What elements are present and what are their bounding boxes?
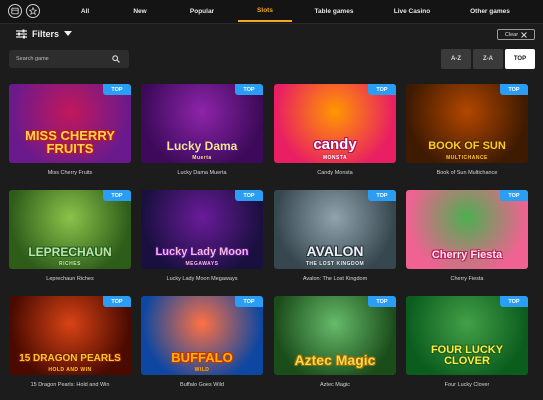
game-title[interactable]: 15 Dragon Pearls: Hold and Win: [9, 382, 131, 388]
tab-live-casino[interactable]: Live Casino: [386, 0, 438, 22]
search-icon[interactable]: [112, 55, 120, 63]
game-card[interactable]: Lucky Dama Muerta TOP: [141, 84, 263, 163]
game-logo-subtext: MEGAWAYS: [185, 261, 219, 267]
game-logo-subtext: Muerta: [192, 155, 212, 161]
sort-az-button[interactable]: A-Z: [441, 49, 471, 69]
search-box: [9, 50, 129, 68]
game-logo-text: Lucky Lady Moon: [155, 246, 249, 258]
game-card[interactable]: 15 DRAGON PEARLS HOLD AND WIN TOP: [9, 296, 131, 375]
sort-top-button[interactable]: TOP: [505, 49, 535, 69]
tab-table-games[interactable]: Table games: [306, 0, 362, 22]
tab-popular[interactable]: Popular: [180, 0, 224, 22]
game-title[interactable]: Miss Cherry Fruits: [9, 170, 131, 176]
top-nav-bar: All New Popular Slots Table games Live C…: [0, 0, 543, 24]
game-logo-subtext: WILD: [194, 367, 210, 373]
game-logo-text: Cherry Fiesta: [431, 249, 503, 261]
game-title[interactable]: Cherry Fiesta: [406, 276, 528, 282]
game-logo-text: Aztec Magic: [294, 352, 376, 368]
game-logo-text: 15 DRAGON PEARLS: [19, 353, 121, 364]
tab-new[interactable]: New: [125, 0, 155, 22]
top-badge: TOP: [235, 84, 263, 95]
game-card[interactable]: MISS CHERRY FRUITS TOP: [9, 84, 131, 163]
game-logo-text: Lucky Dama: [166, 139, 238, 153]
filters-toggle[interactable]: Filters: [16, 28, 73, 40]
game-logo-text: BOOK OF SUN: [428, 140, 506, 152]
game-title[interactable]: Aztec Magic: [274, 382, 396, 388]
filters-label: Filters: [32, 29, 60, 39]
tab-all[interactable]: All: [70, 0, 100, 22]
top-badge: TOP: [103, 190, 131, 201]
game-card[interactable]: FOUR LUCKY CLOVER TOP: [406, 296, 528, 375]
sliders-icon: [16, 29, 27, 39]
search-input[interactable]: [9, 50, 129, 68]
top-badge: TOP: [235, 190, 263, 201]
game-card[interactable]: BUFFALO WILD TOP: [141, 296, 263, 375]
game-title[interactable]: Buffalo Goes Wild: [141, 382, 263, 388]
game-card[interactable]: BOOK OF SUN MULTICHANCE TOP: [406, 84, 528, 163]
game-card[interactable]: LEPRECHAUN RICHES TOP: [9, 190, 131, 269]
top-badge: TOP: [500, 84, 528, 95]
clear-button[interactable]: Clear: [497, 29, 535, 40]
game-title[interactable]: Four Lucky Clover: [406, 382, 528, 388]
clear-label: Clear: [504, 31, 519, 38]
game-title[interactable]: Book of Sun Multichance: [406, 170, 528, 176]
top-badge: TOP: [500, 296, 528, 307]
top-badge: TOP: [500, 190, 528, 201]
top-badge: TOP: [368, 296, 396, 307]
game-logo-text: candy: [313, 136, 357, 153]
top-badge: TOP: [368, 84, 396, 95]
game-logo-subtext: RICHES: [59, 261, 81, 267]
star-icon[interactable]: [26, 4, 40, 18]
close-icon: [521, 31, 527, 38]
game-card[interactable]: Aztec Magic TOP: [274, 296, 396, 375]
game-logo-subtext: HOLD AND WIN: [48, 367, 92, 373]
game-logo-text: BUFFALO: [171, 350, 233, 365]
game-card[interactable]: Cherry Fiesta TOP: [406, 190, 528, 269]
game-logo-text: LEPRECHAUN: [28, 245, 112, 259]
chevron-down-icon: [64, 31, 73, 36]
game-logo-text: MISS CHERRY FRUITS: [25, 128, 115, 156]
game-card[interactable]: Lucky Lady Moon MEGAWAYS TOP: [141, 190, 263, 269]
top-badge: TOP: [368, 190, 396, 201]
game-logo-subtext: MONSTA: [322, 155, 348, 161]
game-logo-text: FOUR LUCKY CLOVER: [430, 344, 504, 367]
top-badge: TOP: [103, 84, 131, 95]
game-logo-subtext: MULTICHANCE: [446, 155, 488, 161]
game-title[interactable]: Avalon: The Lost Kingdom: [274, 276, 396, 282]
game-card[interactable]: candy MONSTA TOP: [274, 84, 396, 163]
top-badge: TOP: [235, 296, 263, 307]
game-title[interactable]: Lucky Dama Muerta: [141, 170, 263, 176]
sort-za-button[interactable]: Z-A: [473, 49, 503, 69]
game-logo-subtext: THE LOST KINGDOM: [305, 261, 365, 267]
top-badge: TOP: [103, 296, 131, 307]
game-title[interactable]: Candy Monsta: [274, 170, 396, 176]
game-card[interactable]: AVALON THE LOST KINGDOM TOP: [274, 190, 396, 269]
tab-other-games[interactable]: Other games: [462, 0, 518, 22]
game-logo-text: AVALON: [306, 243, 364, 259]
game-title[interactable]: Lucky Lady Moon Megaways: [141, 276, 263, 282]
game-title[interactable]: Leprechaun Riches: [9, 276, 131, 282]
history-icon[interactable]: [8, 4, 22, 18]
tab-slots[interactable]: Slots: [238, 0, 292, 22]
